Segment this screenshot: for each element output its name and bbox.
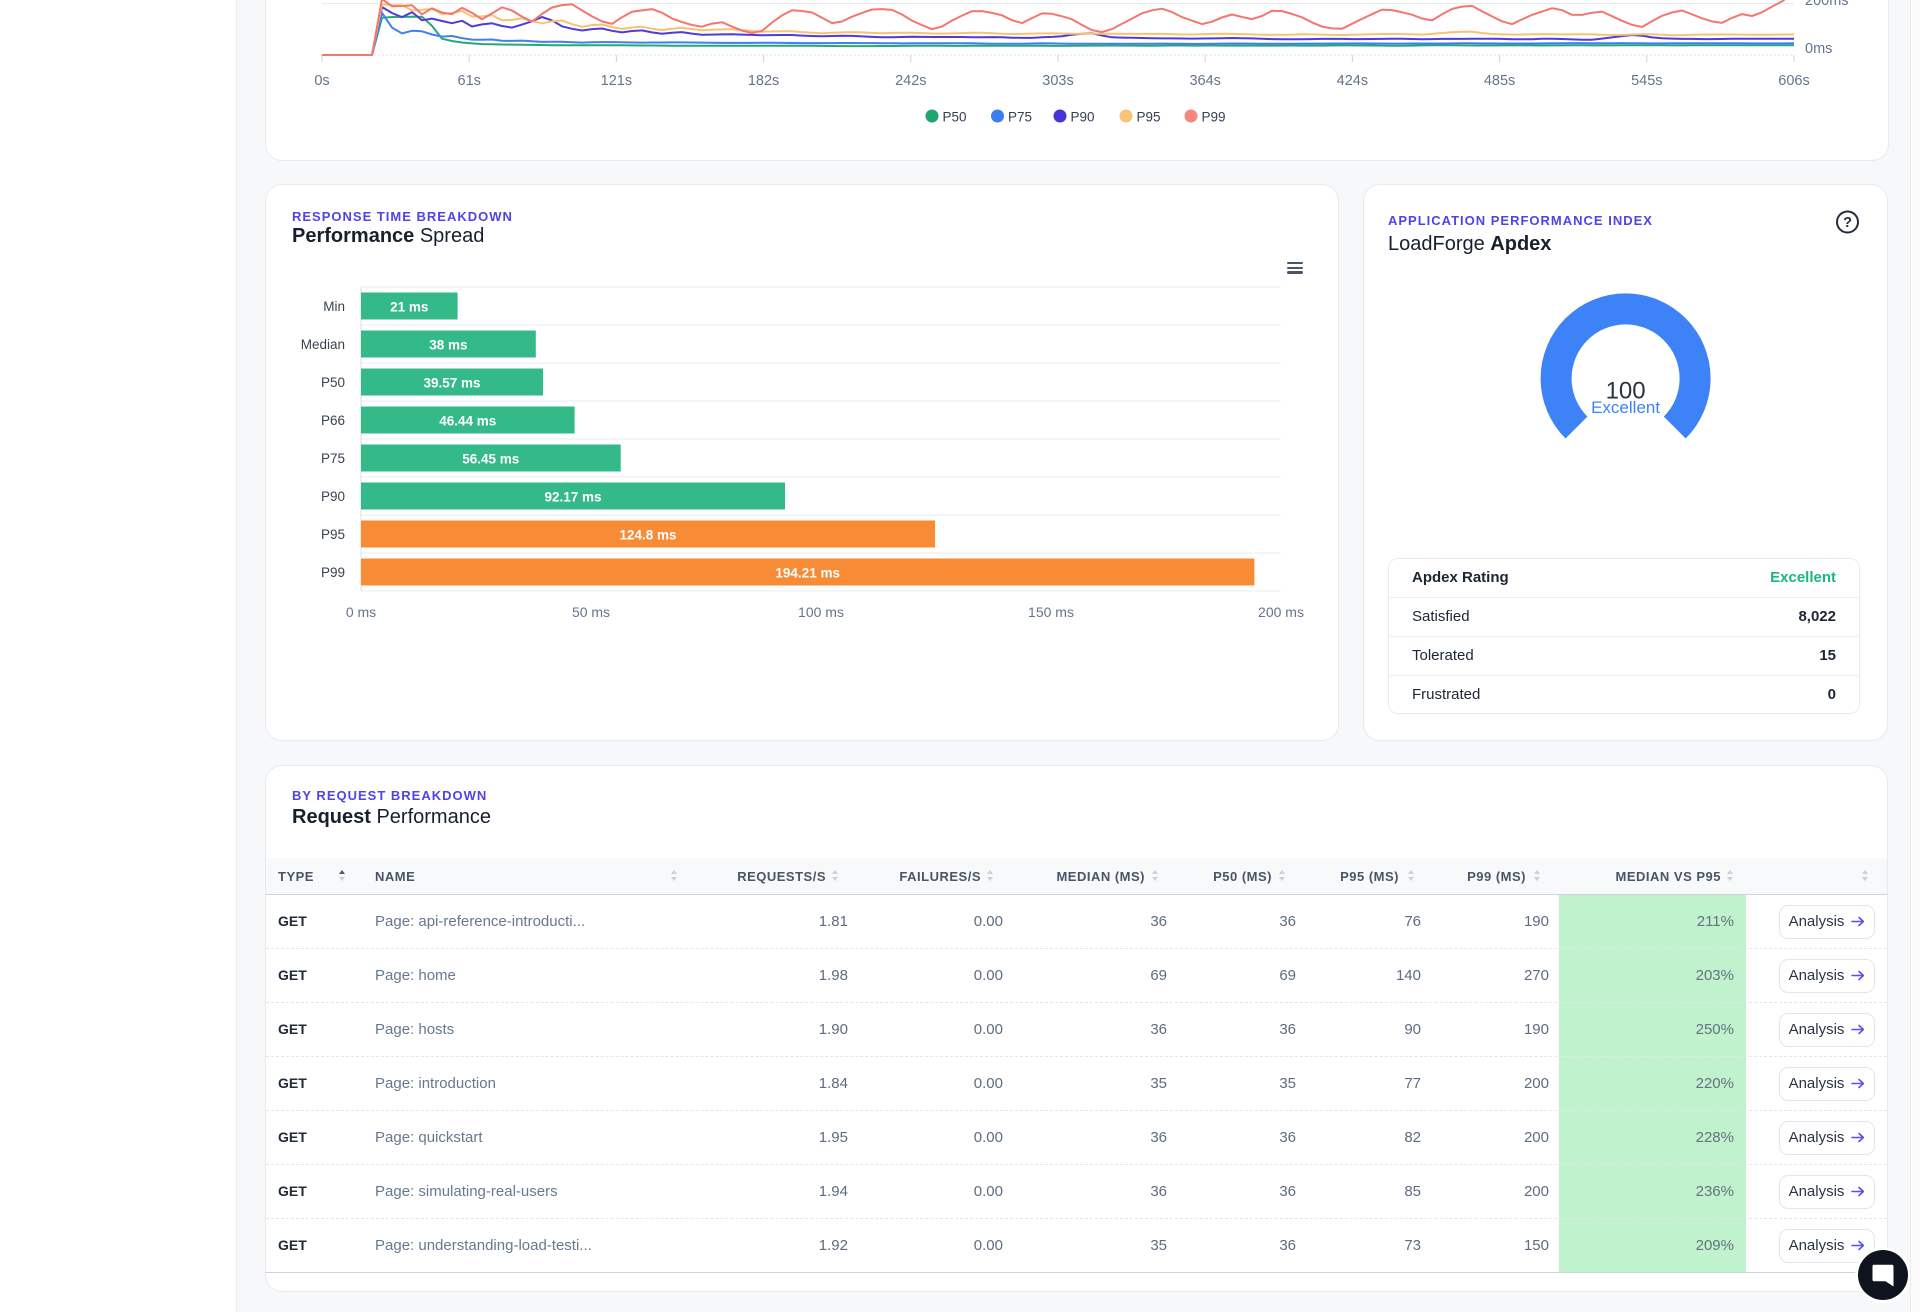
svg-text:P95: P95 xyxy=(1137,110,1161,125)
svg-text:P95: P95 xyxy=(321,527,345,542)
svg-text:38 ms: 38 ms xyxy=(429,338,467,353)
svg-text:200ms: 200ms xyxy=(1805,0,1849,9)
svg-text:424s: 424s xyxy=(1337,73,1368,89)
svg-text:Min: Min xyxy=(323,299,345,314)
svg-text:200 ms: 200 ms xyxy=(1258,604,1304,620)
svg-text:124.8 ms: 124.8 ms xyxy=(619,528,676,543)
svg-text:92.17 ms: 92.17 ms xyxy=(544,490,601,505)
svg-text:P50: P50 xyxy=(321,375,345,390)
svg-text:50 ms: 50 ms xyxy=(572,604,610,620)
svg-text:485s: 485s xyxy=(1484,73,1515,89)
svg-text:606s: 606s xyxy=(1778,73,1809,89)
svg-text:P90: P90 xyxy=(1071,110,1095,125)
svg-text:P75: P75 xyxy=(1008,110,1032,125)
svg-text:194.21 ms: 194.21 ms xyxy=(775,566,840,581)
svg-text:364s: 364s xyxy=(1189,73,1220,89)
svg-text:303s: 303s xyxy=(1042,73,1073,89)
svg-text:?: ? xyxy=(1843,215,1852,231)
svg-text:46.44 ms: 46.44 ms xyxy=(439,414,496,429)
svg-text:182s: 182s xyxy=(748,73,779,89)
svg-text:0ms: 0ms xyxy=(1805,41,1832,57)
svg-text:56.45 ms: 56.45 ms xyxy=(462,452,519,467)
svg-text:0s: 0s xyxy=(314,73,329,89)
svg-text:121s: 121s xyxy=(601,73,632,89)
svg-text:61s: 61s xyxy=(458,73,481,89)
svg-text:545s: 545s xyxy=(1631,73,1662,89)
svg-text:0 ms: 0 ms xyxy=(346,604,376,620)
svg-text:P66: P66 xyxy=(321,413,345,428)
svg-text:P99: P99 xyxy=(1202,110,1226,125)
svg-text:P90: P90 xyxy=(321,489,345,504)
svg-text:P75: P75 xyxy=(321,451,345,466)
svg-text:P50: P50 xyxy=(943,110,967,125)
svg-text:21 ms: 21 ms xyxy=(390,300,428,315)
svg-text:Median: Median xyxy=(301,337,345,352)
svg-text:39.57 ms: 39.57 ms xyxy=(423,376,480,391)
svg-text:Excellent: Excellent xyxy=(1591,398,1660,417)
svg-text:P99: P99 xyxy=(321,565,345,580)
svg-text:100 ms: 100 ms xyxy=(798,604,844,620)
svg-text:242s: 242s xyxy=(895,73,926,89)
svg-text:150 ms: 150 ms xyxy=(1028,604,1074,620)
